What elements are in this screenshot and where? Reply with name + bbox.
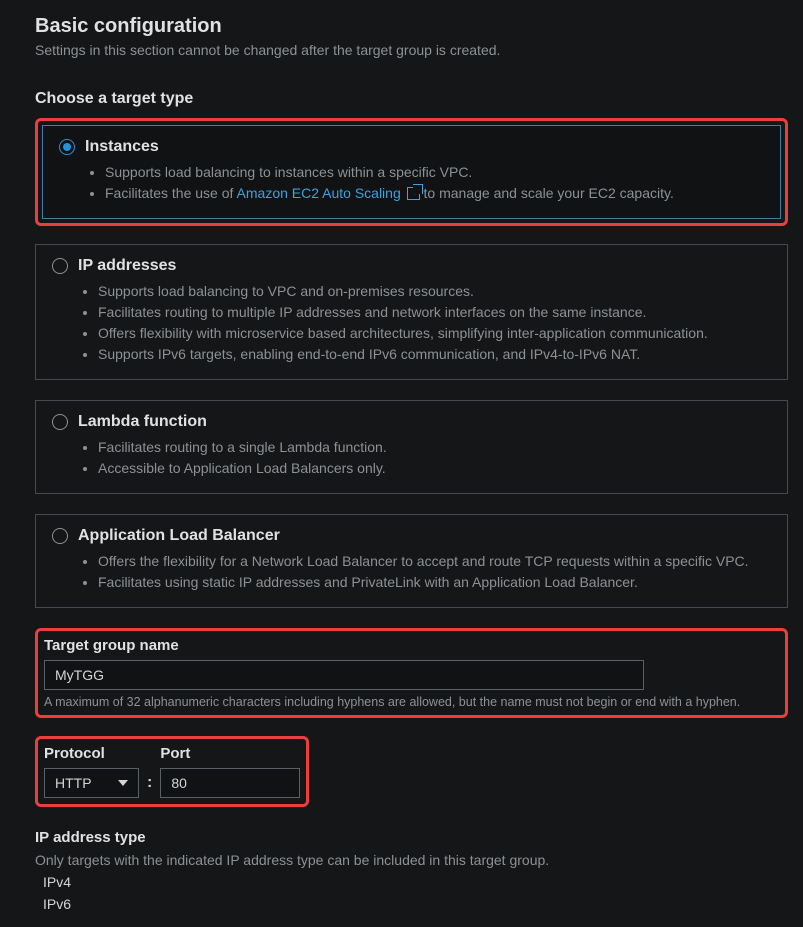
port-label: Port <box>160 745 300 762</box>
port-input[interactable] <box>160 768 300 798</box>
ip-type-helper: Only targets with the indicated IP addre… <box>35 852 788 868</box>
protocol-value: HTTP <box>55 775 92 791</box>
target-type-option-lambda[interactable]: Lambda function Facilitates routing to a… <box>35 400 788 494</box>
highlight-instances: Instances Supports load balancing to ins… <box>35 118 788 226</box>
external-link-icon <box>407 187 420 200</box>
option-label: Lambda function <box>78 413 207 431</box>
option-label: IPv6 <box>43 896 71 912</box>
target-type-option-instances[interactable]: Instances Supports load balancing to ins… <box>42 125 781 219</box>
ip-type-label: IP address type <box>35 829 788 846</box>
ip-type-option-ipv4[interactable]: IPv4 <box>35 874 788 890</box>
radio-lambda[interactable] <box>52 414 68 430</box>
auto-scaling-link[interactable]: Amazon EC2 Auto Scaling <box>237 185 424 201</box>
radio-ip[interactable] <box>52 258 68 274</box>
option-bullets: Facilitates routing to a single Lambda f… <box>98 437 771 479</box>
page-subtitle: Settings in this section cannot be chang… <box>35 42 788 58</box>
option-bullets: Offers the flexibility for a Network Loa… <box>98 551 771 593</box>
chevron-down-icon <box>118 780 128 786</box>
name-helper: A maximum of 32 alphanumeric characters … <box>44 695 779 709</box>
option-bullets: Supports load balancing to instances wit… <box>105 162 764 204</box>
protocol-label: Protocol <box>44 745 139 762</box>
option-label: Instances <box>85 138 159 156</box>
target-type-heading: Choose a target type <box>35 90 788 108</box>
highlight-protocol-port: Protocol HTTP : Port <box>35 736 309 807</box>
target-group-name-input[interactable] <box>44 660 644 690</box>
page-title: Basic configuration <box>35 15 788 38</box>
target-type-option-alb[interactable]: Application Load Balancer Offers the fle… <box>35 514 788 608</box>
option-bullets: Supports load balancing to VPC and on-pr… <box>98 281 771 365</box>
protocol-select[interactable]: HTTP <box>44 768 139 798</box>
option-label: IPv4 <box>43 874 71 890</box>
ip-type-option-ipv6[interactable]: IPv6 <box>35 896 788 912</box>
target-type-option-ip[interactable]: IP addresses Supports load balancing to … <box>35 244 788 380</box>
option-label: Application Load Balancer <box>78 527 280 545</box>
protocol-port-separator: : <box>147 774 152 798</box>
radio-instances[interactable] <box>59 139 75 155</box>
name-label: Target group name <box>44 637 779 654</box>
highlight-name: Target group name A maximum of 32 alphan… <box>35 628 788 718</box>
option-label: IP addresses <box>78 257 176 275</box>
radio-alb[interactable] <box>52 528 68 544</box>
